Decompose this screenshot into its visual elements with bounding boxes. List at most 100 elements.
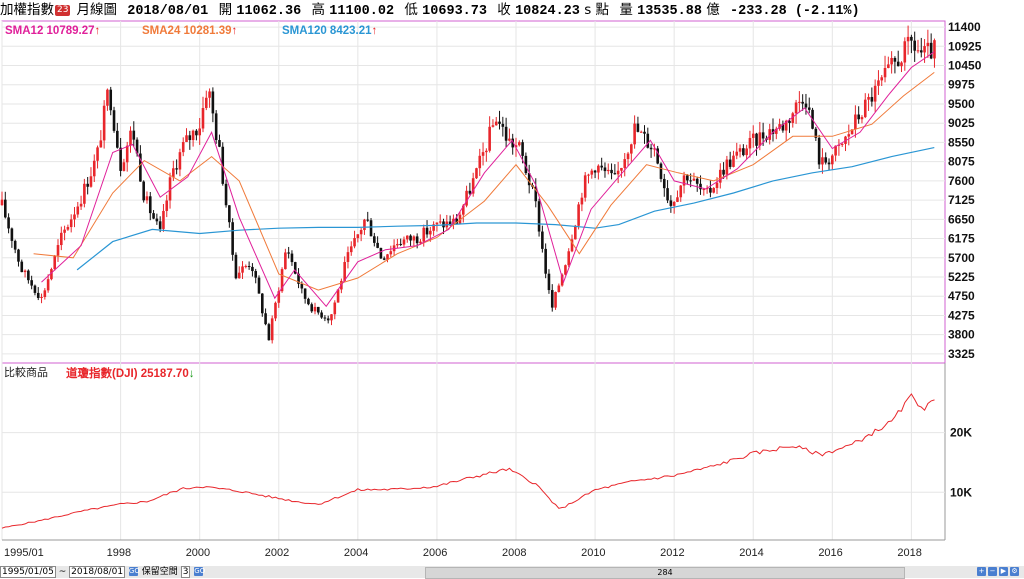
candle-body — [603, 167, 607, 172]
candle-body — [699, 183, 702, 190]
candle-body — [66, 227, 70, 230]
candle-body — [508, 138, 511, 141]
y-tick-label: 5225 — [948, 270, 975, 284]
candle-body — [488, 126, 491, 151]
zoom-in-icon[interactable]: + — [977, 567, 986, 576]
candle-body — [695, 178, 699, 184]
candle-body — [422, 227, 426, 242]
candle-body — [379, 247, 383, 259]
candle-body — [172, 168, 175, 178]
candle-body — [267, 324, 271, 341]
sub-y-tick-label: 20K — [950, 426, 972, 440]
candle-body — [201, 108, 205, 129]
candle-body — [676, 197, 679, 202]
play-icon[interactable]: ▶ — [999, 567, 1008, 576]
candle-body — [933, 40, 936, 59]
candle-body — [761, 132, 765, 139]
candle-body — [284, 252, 287, 270]
candle-body — [191, 130, 195, 141]
candle-body — [23, 270, 27, 273]
candle-body — [550, 290, 554, 308]
keep-space-field[interactable]: 3 — [180, 566, 191, 578]
go-button[interactable]: GO — [128, 567, 140, 576]
candle-body — [429, 230, 432, 235]
candle-body — [857, 114, 860, 120]
candle-body — [73, 214, 76, 220]
candle-body — [109, 89, 113, 111]
end-date-field[interactable]: 2018/08/01 — [69, 566, 126, 578]
candle-body — [435, 222, 439, 225]
go-button-2[interactable]: GO — [194, 567, 205, 576]
candle-body — [307, 298, 310, 305]
candle-body — [69, 219, 73, 228]
candle-body — [900, 62, 903, 67]
candle-body — [264, 313, 267, 325]
candle-body — [102, 105, 106, 141]
candle-body — [198, 128, 201, 136]
start-date-field[interactable]: 1995/01/05 — [0, 566, 56, 578]
candle-body — [116, 130, 119, 148]
candle-body — [649, 147, 653, 150]
price-chart[interactable]: 11400 10925 10450 9975 9500 9025 8550 8075 7600 7… — [0, 0, 1024, 566]
candle-body — [751, 133, 755, 138]
candle-body — [208, 91, 211, 98]
candle-body — [521, 142, 524, 156]
candle-body — [659, 163, 663, 179]
candle-body — [145, 196, 149, 201]
candle-body — [412, 236, 416, 241]
candle-body — [231, 222, 234, 255]
candle-body — [870, 97, 874, 102]
candle-body — [794, 102, 798, 114]
y-tick-label: 10925 — [948, 39, 982, 53]
x-tick-label: 1995/01 — [4, 547, 44, 559]
candle-body — [788, 120, 791, 123]
candle-body — [583, 175, 587, 198]
candle-body — [887, 64, 890, 68]
candle-body — [396, 243, 399, 246]
candle-body — [373, 236, 376, 243]
candle-body — [798, 101, 801, 103]
x-tick-label: 1998 — [107, 547, 131, 559]
candle-body — [478, 155, 482, 169]
compare-label: 比較商品 — [4, 365, 48, 379]
scrollbar[interactable]: 284 — [425, 567, 905, 579]
candle-body — [382, 258, 386, 260]
candle-body — [616, 170, 620, 175]
candle-body — [376, 242, 379, 248]
candle-body — [13, 240, 17, 250]
y-tick-label: 6650 — [948, 212, 975, 226]
candle-body — [142, 181, 145, 201]
settings-icon[interactable]: ⚙ — [1010, 567, 1019, 576]
y-tick-label: 4750 — [948, 289, 975, 303]
candle-body — [679, 185, 683, 198]
x-axis-ticks: 1995/01 1998 2000 2002 2004 2006 2008 2010 2012 2… — [4, 547, 922, 559]
candle-body — [46, 279, 50, 291]
candle-body — [732, 155, 735, 167]
candle-body — [728, 159, 732, 167]
candle-body — [623, 159, 627, 168]
candle-body — [666, 188, 669, 201]
candle-body — [158, 221, 162, 229]
y-tick-label: 9025 — [948, 116, 975, 130]
candle-body — [79, 203, 83, 207]
legend-sma120: SMA120 8423.21↑ — [282, 25, 377, 37]
candle-body — [725, 159, 729, 175]
zoom-out-icon[interactable]: − — [988, 567, 997, 576]
candle-body — [893, 57, 897, 62]
candle-body — [76, 206, 80, 215]
candle-body — [92, 160, 96, 177]
candle-body — [580, 197, 584, 205]
candle-body — [738, 148, 742, 152]
candle-body — [593, 170, 597, 173]
y-tick-label: 4275 — [948, 308, 975, 322]
candle-body — [606, 169, 610, 172]
candle-body — [346, 252, 350, 262]
legend-sma24: SMA24 10281.39↑ — [142, 25, 237, 37]
y-tick-label: 3325 — [948, 347, 975, 361]
y-axis-ticks: 11400 10925 10450 9975 9500 9025 8550 8075 7600 7… — [948, 20, 982, 361]
candle-body — [491, 125, 495, 127]
candle-body — [290, 253, 294, 263]
candle-body — [96, 147, 99, 161]
candle-body — [405, 235, 409, 240]
toolbar-icons: + − ▶ ⚙ — [976, 566, 1020, 578]
